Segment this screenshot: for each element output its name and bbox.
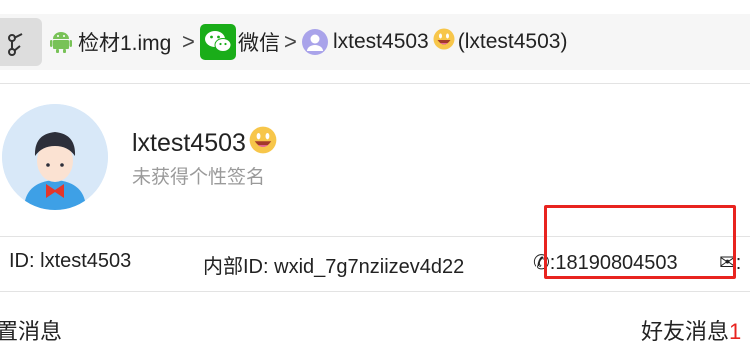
chevron-right-icon: > — [182, 29, 195, 54]
internal-id-value: wxid_7g7nziizev4d22 — [274, 256, 465, 278]
grinning-emoji-icon — [433, 28, 455, 56]
divider — [0, 83, 750, 84]
profile-name-row: lxtest4503 — [132, 126, 277, 161]
profile-name: lxtest4503 — [132, 129, 246, 157]
breadcrumb-label-contact: lxtest4503 — [333, 30, 429, 53]
breadcrumb-item-image[interactable]: 检材1.img — [50, 14, 171, 70]
internal-id-label: 内部ID: — [203, 256, 269, 278]
id-label: ID: — [9, 250, 35, 272]
section-tab-friend-messages[interactable]: 好友消息1 — [641, 314, 741, 346]
profile-signature: 未获得个性签名 — [132, 167, 266, 188]
breadcrumb-label-contact-id: (lxtest4503) — [457, 30, 568, 53]
breadcrumb-item-wechat[interactable]: 微信 — [200, 14, 280, 70]
grinning-emoji-icon — [249, 126, 277, 161]
breadcrumb-label-image: 检材1.img — [78, 32, 172, 55]
divider — [0, 291, 750, 292]
friend-messages-count: 1 — [729, 319, 742, 344]
email-value: : — [735, 252, 742, 274]
chevron-right-icon: > — [284, 29, 297, 54]
wechat-icon — [200, 24, 236, 60]
highlight-box — [544, 205, 736, 279]
cartoon-boy-avatar — [2, 104, 108, 210]
android-icon — [50, 32, 72, 53]
id-value: lxtest4503 — [40, 250, 132, 272]
breadcrumb: 检材1.img > 微信 > lxtest4503 (lxtest4503) — [0, 14, 750, 70]
internal-id-field: 内部ID: wxid_7g7nziizev4d22 — [203, 250, 464, 279]
friend-messages-label: 好友消息 — [641, 319, 730, 344]
breadcrumb-item-contact[interactable]: lxtest4503 (lxtest4503) — [302, 14, 567, 70]
breadcrumb-label-wechat: 微信 — [238, 32, 280, 55]
id-field: ID: lxtest4503 — [9, 250, 131, 273]
avatar — [2, 104, 108, 210]
user-avatar-icon — [302, 29, 328, 55]
section-tab-messages[interactable]: 置消息 — [0, 314, 62, 346]
